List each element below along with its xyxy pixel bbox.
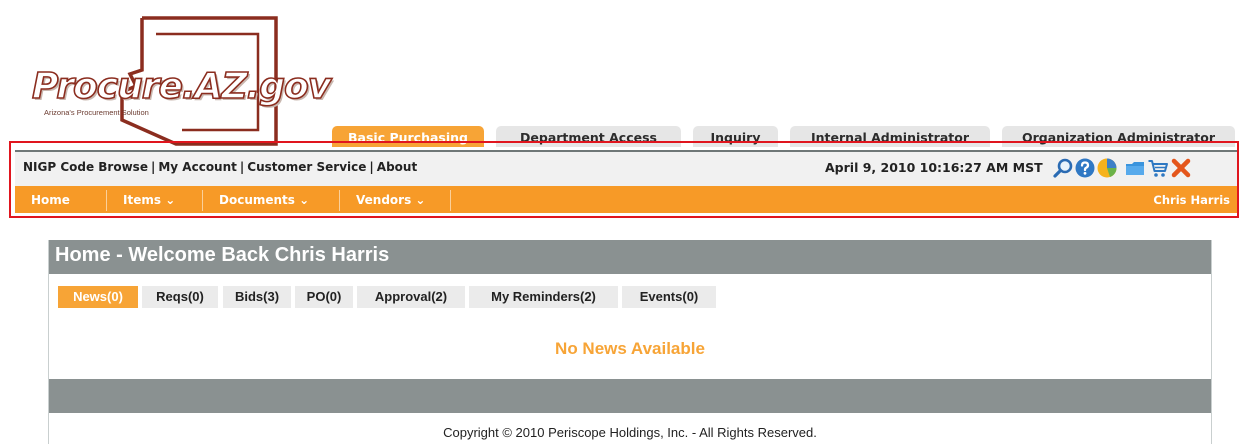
tab-events[interactable]: Events(0) [622, 286, 716, 308]
panel-header: Home - Welcome Back Chris Harris [49, 240, 1211, 274]
nav-documents-label: Documents [219, 193, 295, 207]
nav-documents-menu[interactable]: Documents ⌄ [203, 186, 339, 213]
chevron-down-icon: ⌄ [165, 193, 176, 207]
nav-items-menu[interactable]: Items ⌄ [107, 186, 202, 213]
about-link[interactable]: About [377, 160, 417, 174]
panel-footer-bar [49, 379, 1211, 413]
nav-vendors-menu[interactable]: Vendors ⌄ [340, 186, 450, 213]
page-title: Home - Welcome Back Chris Harris [55, 244, 390, 266]
tab-internal-administrator[interactable]: Internal Administrator [790, 126, 990, 147]
nav-vendors-label: Vendors [356, 193, 412, 207]
link-separator: | [150, 160, 156, 174]
nigp-code-browse-link[interactable]: NIGP Code Browse [23, 160, 148, 174]
my-account-link[interactable]: My Account [158, 160, 237, 174]
utility-links: NIGP Code Browse | My Account | Customer Ser… [23, 160, 417, 174]
nav-home[interactable]: Home [15, 186, 106, 213]
current-datetime: April 9, 2010 10:16:27 AM MST [825, 160, 1043, 175]
tab-my-reminders[interactable]: My Reminders(2) [469, 286, 618, 308]
nav-divider [450, 190, 451, 211]
procure-az-logo[interactable]: Procure.AZ.gov Arizona's Procurement Sol… [26, 12, 336, 147]
tab-approval[interactable]: Approval(2) [357, 286, 465, 308]
tab-reqs[interactable]: Reqs(0) [142, 286, 218, 308]
tab-organization-administrator[interactable]: Organization Administrator [1002, 126, 1235, 147]
help-icon[interactable] [1074, 157, 1096, 179]
tab-bids[interactable]: Bids(3) [223, 286, 291, 308]
search-icon[interactable] [1052, 157, 1074, 179]
chart-icon[interactable] [1096, 157, 1118, 179]
chevron-down-icon: ⌄ [299, 193, 310, 207]
customer-service-link[interactable]: Customer Service [247, 160, 366, 174]
tab-department-access[interactable]: Department Access [496, 126, 681, 147]
logo-wordmark: Procure.AZ.gov [31, 65, 332, 108]
current-user-name[interactable]: Chris Harris [1153, 186, 1230, 214]
home-panel: Home - Welcome Back Chris Harris News(0)… [48, 240, 1212, 444]
link-separator: | [369, 160, 374, 174]
tab-inquiry[interactable]: Inquiry [693, 126, 778, 147]
copyright-notice: Copyright © 2010 Periscope Holdings, Inc… [443, 425, 817, 440]
nav-items-label: Items [123, 193, 161, 207]
chevron-down-icon: ⌄ [415, 193, 426, 207]
logo-tagline: Arizona's Procurement Solution [44, 108, 149, 117]
tab-basic-purchasing[interactable]: Basic Purchasing [332, 126, 484, 147]
folder-icon[interactable] [1124, 157, 1146, 179]
utility-bar: NIGP Code Browse | My Account | Customer Ser… [15, 150, 1238, 186]
tab-po[interactable]: PO(0) [295, 286, 353, 308]
cart-icon[interactable] [1147, 157, 1169, 179]
link-separator: | [239, 160, 245, 174]
empty-news-message: No News Available [555, 339, 705, 358]
main-nav-bar: Home Items ⌄ Documents ⌄ Vendors ⌄ Chris… [15, 186, 1238, 213]
tab-news[interactable]: News(0) [58, 286, 138, 308]
nav-home-label: Home [31, 193, 70, 207]
close-icon[interactable] [1170, 157, 1192, 179]
